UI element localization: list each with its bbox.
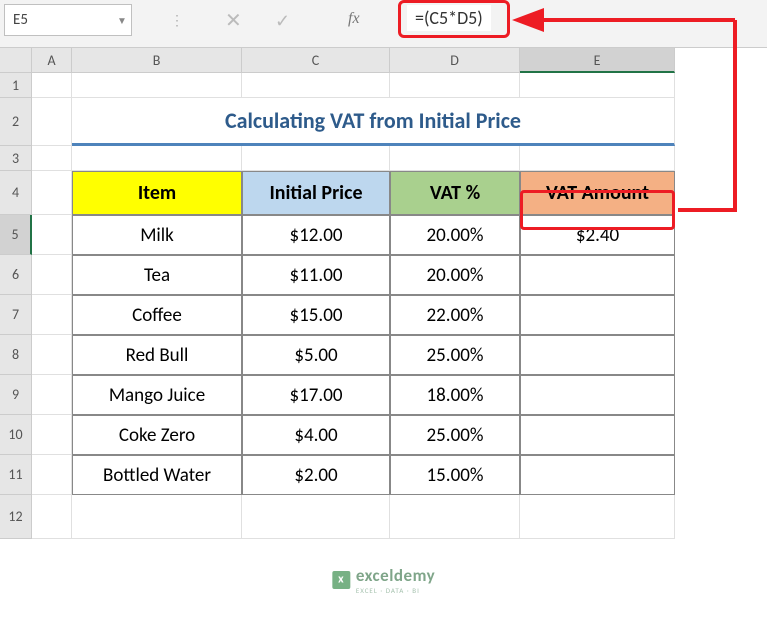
title-cell[interactable]: Calculating VAT from Initial Price bbox=[72, 98, 675, 146]
table-row: Red Bull $5.00 25.00% bbox=[32, 335, 675, 375]
watermark: exceldemy EXCEL · DATA · BI bbox=[332, 565, 435, 595]
col-header-A[interactable]: A bbox=[32, 48, 72, 73]
row-headers: 1 2 3 4 5 6 7 8 9 10 11 12 bbox=[0, 73, 32, 539]
cell-D10[interactable]: 25.00% bbox=[390, 415, 520, 455]
spreadsheet-grid: A B C D E 1 2 3 4 5 6 7 8 9 10 11 12 Cal… bbox=[0, 48, 767, 637]
row-header-10[interactable]: 10 bbox=[0, 415, 32, 455]
row-header-1[interactable]: 1 bbox=[0, 73, 32, 98]
annotation-formula-highlight bbox=[398, 0, 510, 38]
row-header-2[interactable]: 2 bbox=[0, 98, 32, 146]
cell-E7[interactable] bbox=[520, 295, 675, 335]
row-header-3[interactable]: 3 bbox=[0, 146, 32, 171]
row-header-4[interactable]: 4 bbox=[0, 171, 32, 215]
row-header-7[interactable]: 7 bbox=[0, 295, 32, 335]
col-header-C[interactable]: C bbox=[242, 48, 390, 73]
table-row: Mango Juice $17.00 18.00% bbox=[32, 375, 675, 415]
cell-E8[interactable] bbox=[520, 335, 675, 375]
header-amount[interactable]: VAT Amount bbox=[520, 171, 675, 215]
col-header-E[interactable]: E bbox=[520, 48, 675, 73]
header-vat[interactable]: VAT % bbox=[390, 171, 520, 215]
cell-E5[interactable]: $2.40 bbox=[520, 215, 675, 255]
table-row: Bottled Water $2.00 15.00% bbox=[32, 455, 675, 495]
name-box-dropdown-icon[interactable]: ▼ bbox=[113, 14, 131, 27]
header-price[interactable]: Initial Price bbox=[242, 171, 390, 215]
cell-B11[interactable]: Bottled Water bbox=[72, 455, 242, 495]
cell-D6[interactable]: 20.00% bbox=[390, 255, 520, 295]
formula-bar-area: E5 ▼ ⋮ ✕ ✓ fx =(C5*D5) bbox=[0, 0, 767, 48]
watermark-brand: exceldemy bbox=[356, 565, 435, 586]
cells-area: Calculating VAT from Initial Price Item … bbox=[32, 73, 675, 539]
table-row: Coke Zero $4.00 25.00% bbox=[32, 415, 675, 455]
cell-E6[interactable] bbox=[520, 255, 675, 295]
cell-C8[interactable]: $5.00 bbox=[242, 335, 390, 375]
cell-D5[interactable]: 20.00% bbox=[390, 215, 520, 255]
select-all-corner[interactable] bbox=[0, 48, 32, 73]
col-header-D[interactable]: D bbox=[390, 48, 520, 73]
cell-E10[interactable] bbox=[520, 415, 675, 455]
cell-C7[interactable]: $15.00 bbox=[242, 295, 390, 335]
cell-E9[interactable] bbox=[520, 375, 675, 415]
cell-C10[interactable]: $4.00 bbox=[242, 415, 390, 455]
watermark-icon bbox=[332, 571, 350, 589]
row-header-11[interactable]: 11 bbox=[0, 455, 32, 495]
row-header-6[interactable]: 6 bbox=[0, 255, 32, 295]
enter-icon[interactable]: ✓ bbox=[275, 10, 290, 32]
watermark-sub: EXCEL · DATA · BI bbox=[356, 586, 435, 595]
cell-C5[interactable]: $12.00 bbox=[242, 215, 390, 255]
cell-B10[interactable]: Coke Zero bbox=[72, 415, 242, 455]
cell-D11[interactable]: 15.00% bbox=[390, 455, 520, 495]
cell-D9[interactable]: 18.00% bbox=[390, 375, 520, 415]
column-headers: A B C D E bbox=[32, 48, 675, 73]
cell-C9[interactable]: $17.00 bbox=[242, 375, 390, 415]
cancel-icon[interactable]: ✕ bbox=[225, 8, 242, 33]
table-row: Coffee $15.00 22.00% bbox=[32, 295, 675, 335]
table-row: Tea $11.00 20.00% bbox=[32, 255, 675, 295]
formula-bar-grip-icon: ⋮ bbox=[170, 12, 185, 29]
row-header-12[interactable]: 12 bbox=[0, 495, 32, 539]
cell-C11[interactable]: $2.00 bbox=[242, 455, 390, 495]
row-header-9[interactable]: 9 bbox=[0, 375, 32, 415]
header-item[interactable]: Item bbox=[72, 171, 242, 215]
name-box[interactable]: E5 ▼ bbox=[4, 4, 132, 36]
col-header-B[interactable]: B bbox=[72, 48, 242, 73]
cell-A2[interactable] bbox=[32, 98, 72, 146]
row-header-5[interactable]: 5 bbox=[0, 215, 32, 255]
cell-B8[interactable]: Red Bull bbox=[72, 335, 242, 375]
cell-A4[interactable] bbox=[32, 171, 72, 215]
insert-function-button[interactable]: fx bbox=[348, 10, 360, 28]
cell-C6[interactable]: $11.00 bbox=[242, 255, 390, 295]
cell-B9[interactable]: Mango Juice bbox=[72, 375, 242, 415]
cell-B7[interactable]: Coffee bbox=[72, 295, 242, 335]
row-header-8[interactable]: 8 bbox=[0, 335, 32, 375]
cell-E11[interactable] bbox=[520, 455, 675, 495]
table-row: Milk $12.00 20.00% $2.40 bbox=[32, 215, 675, 255]
cell-D7[interactable]: 22.00% bbox=[390, 295, 520, 335]
cell-B5[interactable]: Milk bbox=[72, 215, 242, 255]
name-box-value: E5 bbox=[5, 11, 113, 29]
cell-B6[interactable]: Tea bbox=[72, 255, 242, 295]
cell-D8[interactable]: 25.00% bbox=[390, 335, 520, 375]
